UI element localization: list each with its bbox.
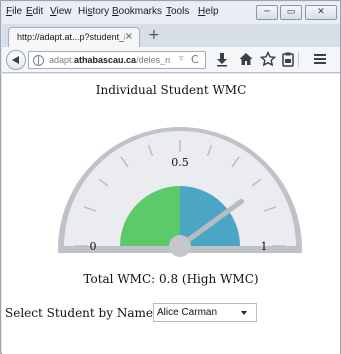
menu-view[interactable]: View [50, 6, 72, 17]
clipboard-icon[interactable] [280, 51, 296, 67]
student-select-value: Alice Carman [157, 307, 218, 318]
gauge-label-min: 0 [90, 240, 97, 253]
download-icon[interactable] [214, 51, 230, 67]
total-wmc-text: Total WMC: 0.8 (High WMC) [83, 272, 259, 286]
menu-bar: File Edit View History Bookmarks Tools H… [2, 2, 340, 24]
close-window-button[interactable]: ✕ [305, 5, 337, 20]
url-text[interactable]: adapt.athabascau.ca/deles_n [49, 55, 177, 65]
maximize-button[interactable]: ▭ [280, 5, 302, 20]
gauge-label-max: 1 [261, 240, 268, 253]
menu-icon[interactable] [312, 51, 328, 67]
tab-strip: http://adapt.at...p?student_ids=4 × + [2, 24, 340, 47]
url-dropdown-icon[interactable]: ▿ [179, 54, 184, 64]
student-select[interactable]: Alice Carman [153, 303, 257, 322]
tab-close-icon[interactable]: × [125, 31, 133, 42]
url-bar[interactable]: adapt.athabascau.ca/deles_n ▿ C [28, 51, 206, 69]
browser-tab[interactable]: http://adapt.at...p?student_ids=4 × [8, 27, 140, 47]
chevron-down-icon [241, 311, 247, 315]
page-content: Individual Student WMC 0.5 0 1 Total WMC… [2, 74, 340, 354]
globe-icon [33, 55, 44, 66]
reload-icon[interactable]: C [191, 53, 199, 66]
select-student-label: Select Student by Name: [5, 306, 157, 320]
new-tab-button[interactable]: + [148, 27, 160, 43]
gauge-hub [169, 235, 191, 257]
back-button[interactable] [6, 50, 26, 70]
wmc-gauge: 0.5 0 1 [58, 127, 302, 257]
menu-help[interactable]: Help [198, 6, 219, 17]
toolbar-separator [298, 52, 299, 67]
navigation-bar: adapt.athabascau.ca/deles_n ▿ C [2, 47, 340, 73]
menu-bookmarks[interactable]: Bookmarks [112, 6, 162, 17]
tab-title: http://adapt.at...p?student_ids=4 [17, 32, 125, 42]
menu-tools[interactable]: Tools [166, 6, 189, 17]
menu-file[interactable]: File [6, 6, 22, 17]
menu-history[interactable]: History [78, 6, 109, 17]
minimize-button[interactable]: ─ [256, 5, 278, 20]
gauge-label-mid: 0.5 [171, 156, 189, 169]
menu-edit[interactable]: Edit [26, 6, 43, 17]
browser-window: File Edit View History Bookmarks Tools H… [0, 0, 341, 354]
home-icon[interactable] [238, 51, 254, 67]
star-icon[interactable] [259, 50, 277, 67]
